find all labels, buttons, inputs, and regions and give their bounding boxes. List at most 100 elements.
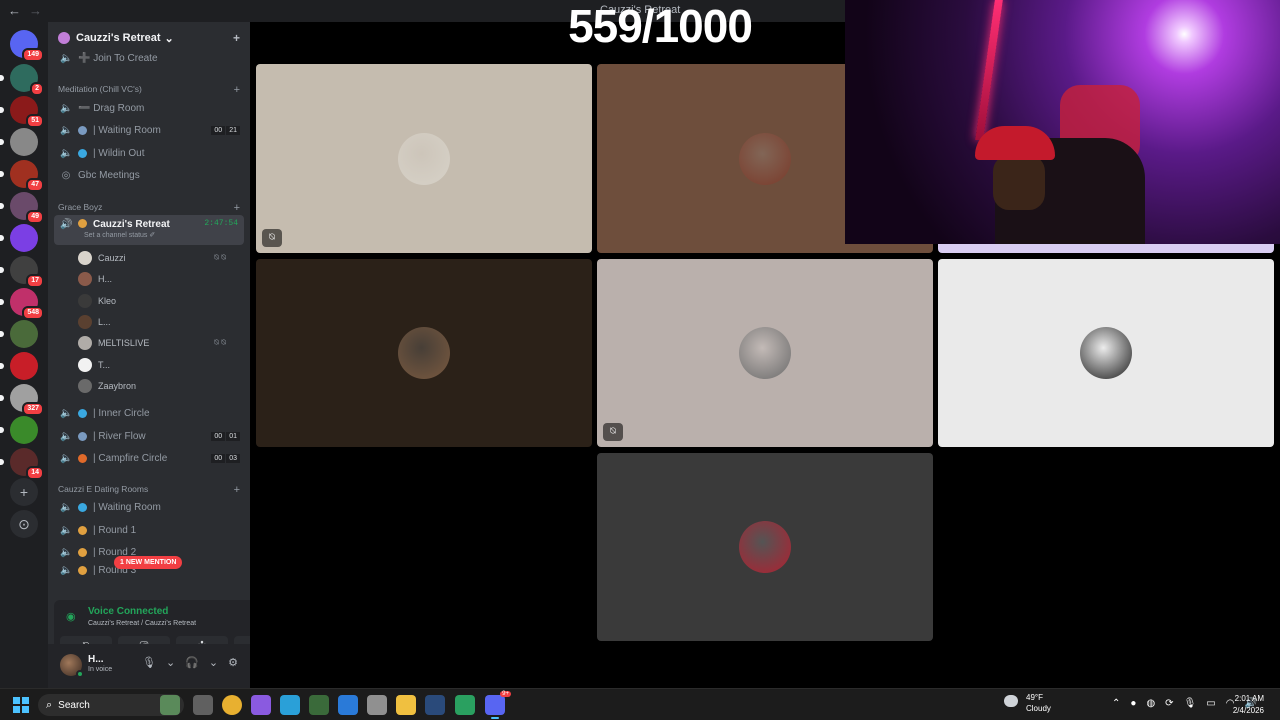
voice-member[interactable]: Kleo: [78, 293, 238, 309]
voice-status-title[interactable]: Voice Connected: [88, 606, 168, 617]
forward-arrow-icon[interactable]: →: [29, 3, 42, 18]
search-label: Search: [58, 699, 90, 711]
channel-join-to-create[interactable]: 🔈 ➕ Join To Create: [54, 48, 244, 68]
channel-dating-waiting-room[interactable]: 🔈 | Waiting Room: [54, 497, 244, 517]
avatar[interactable]: [60, 654, 84, 678]
microphone-icon[interactable]: 🎙: [142, 656, 156, 669]
voice-member[interactable]: L...: [78, 314, 238, 330]
video-tile[interactable]: ⍉: [597, 259, 933, 447]
channel-inner-circle[interactable]: 🔈 | Inner Circle: [54, 403, 244, 423]
avatar: [739, 327, 791, 379]
noise-suppression-icon[interactable]: ⦀: [249, 610, 250, 623]
member-name: MELTISLIVE: [98, 338, 150, 349]
back-arrow-icon[interactable]: ←: [8, 3, 21, 18]
server-art-icon[interactable]: 49: [0, 192, 44, 224]
sync-icon[interactable]: ⟳: [1165, 698, 1173, 709]
voice-member[interactable]: MELTISLIVE ⍉ ⍉: [78, 335, 238, 351]
server-red-logo-icon[interactable]: [0, 352, 38, 380]
channel-label: ➕ Join To Create: [78, 52, 158, 64]
android-icon[interactable]: [455, 695, 475, 715]
voice-member[interactable]: Cauzzi ⍉ ⍉: [78, 250, 238, 266]
file-explorer-icon[interactable]: [396, 695, 416, 715]
category-grace-boyz[interactable]: Grace Boyz +: [58, 202, 244, 214]
add-channel-icon[interactable]: +: [234, 84, 240, 96]
widgets-icon[interactable]: [160, 695, 180, 715]
video-tile[interactable]: [938, 259, 1274, 447]
windows-taskbar: ⌕ Search 9+ 49°F Cloudy ⌃ ● ◍ ⟳ 🎙 ▭ ◠ 🔊 …: [0, 688, 1280, 720]
channel-round-1[interactable]: 🔈 | Round 1: [54, 520, 244, 540]
channel-gbc-meetings[interactable]: ◎ Gbc Meetings: [54, 165, 244, 185]
microphone-icon[interactable]: 🎙: [1184, 698, 1197, 709]
emoji-icon: [78, 408, 87, 418]
monitor-icon[interactable]: ▭: [1206, 698, 1215, 709]
voice-member[interactable]: H...: [78, 271, 238, 287]
avatar: [78, 357, 92, 372]
unread-indicator: [0, 235, 4, 241]
invite-icon[interactable]: +: [233, 31, 240, 45]
channel-cauzzis-retreat[interactable]: 🔊 Cauzzi's Retreat 2:47:54 Set a channel…: [54, 215, 244, 245]
discover-icon[interactable]: ⊙: [10, 510, 38, 538]
server-dark-icon[interactable]: 14: [0, 448, 44, 480]
add-channel-icon[interactable]: +: [234, 484, 240, 496]
channel-waiting-room[interactable]: 🔈 | Waiting Room 00 21: [54, 120, 244, 140]
add-server-icon[interactable]: +: [10, 478, 38, 506]
channel-campfire-circle[interactable]: 🔈 | Campfire Circle 00 03: [54, 448, 244, 468]
unread-indicator: [0, 203, 4, 209]
camera-off-icon: ⍉ ⍉: [214, 253, 226, 262]
chevron-down-icon[interactable]: ⌄: [209, 656, 218, 669]
server-chi-icon[interactable]: 2: [0, 64, 44, 96]
search-icon: ⌕: [46, 698, 53, 711]
store-icon[interactable]: [338, 695, 358, 715]
add-channel-icon[interactable]: +: [234, 202, 240, 214]
voice-member[interactable]: Zaaybron: [78, 378, 238, 394]
speaker-icon: 🔈: [60, 52, 73, 64]
xbox-icon[interactable]: [367, 695, 387, 715]
category-dating-rooms[interactable]: Cauzzi E Dating Rooms +: [58, 484, 244, 496]
video-tile[interactable]: [256, 259, 592, 447]
server-pink-icon[interactable]: 548: [0, 288, 44, 320]
server-green-icon[interactable]: [0, 416, 38, 444]
voice-status-channel[interactable]: Cauzzi's Retreat / Cauzzi's Retreat: [88, 620, 196, 627]
edge-icon[interactable]: [280, 695, 300, 715]
game-icon[interactable]: [309, 695, 329, 715]
notification-badge: 47: [26, 178, 44, 192]
chrome-icon[interactable]: [222, 695, 242, 715]
tray-app-icon[interactable]: ●: [1130, 698, 1136, 709]
speaker-icon: 🔈: [60, 407, 73, 419]
channel-river-flow[interactable]: 🔈 | River Flow 00 01: [54, 426, 244, 446]
channel-wildin-out[interactable]: 🔈 | Wildin Out: [54, 143, 244, 163]
windows-start-icon[interactable]: [13, 697, 29, 713]
neon-light: [975, 0, 1003, 140]
discord-tray-icon[interactable]: ◍: [1146, 698, 1155, 709]
steam-icon[interactable]: [425, 695, 445, 715]
voice-member[interactable]: T...: [78, 357, 238, 373]
server-green-face-icon[interactable]: [0, 320, 38, 348]
server-red-icon[interactable]: 51: [0, 96, 44, 128]
clock[interactable]: 2:01 AM 2/4/2026: [1233, 693, 1264, 717]
weather-condition: Cloudy: [1026, 704, 1051, 713]
video-tile[interactable]: [938, 244, 1274, 253]
server-person-icon[interactable]: [0, 128, 38, 156]
video-tile[interactable]: ⍉: [256, 64, 592, 253]
signal-icon[interactable]: ◉: [66, 610, 76, 623]
headphones-icon[interactable]: 🎧: [185, 656, 199, 669]
speaker-icon: 🔈: [60, 102, 73, 114]
stage-icon: ◎: [61, 169, 71, 181]
server-anime-icon[interactable]: 17: [0, 256, 44, 288]
server-s-icon[interactable]: [0, 224, 38, 252]
user-name[interactable]: H...: [88, 654, 104, 665]
video-tile[interactable]: [597, 453, 933, 641]
server-voice-active-icon[interactable]: 327: [0, 384, 44, 416]
set-channel-status[interactable]: Set a channel status ✐: [84, 231, 155, 239]
copilot-icon[interactable]: [251, 695, 271, 715]
task-view-icon[interactable]: [193, 695, 213, 715]
channel-drag-room[interactable]: 🔈 ➖ Drag Room: [54, 98, 244, 118]
server-car-icon[interactable]: 47: [0, 160, 44, 192]
category-meditation[interactable]: Meditation (Chill VC's) +: [58, 84, 244, 96]
discord-home-icon[interactable]: 149: [10, 30, 44, 62]
new-mention-pill[interactable]: 1 NEW MENTION: [114, 556, 183, 569]
gear-icon[interactable]: ⚙: [228, 656, 238, 669]
discord-icon[interactable]: 9+: [485, 691, 511, 719]
chevron-down-icon[interactable]: ⌄: [166, 656, 175, 669]
chevron-up-icon[interactable]: ⌃: [1112, 698, 1120, 709]
